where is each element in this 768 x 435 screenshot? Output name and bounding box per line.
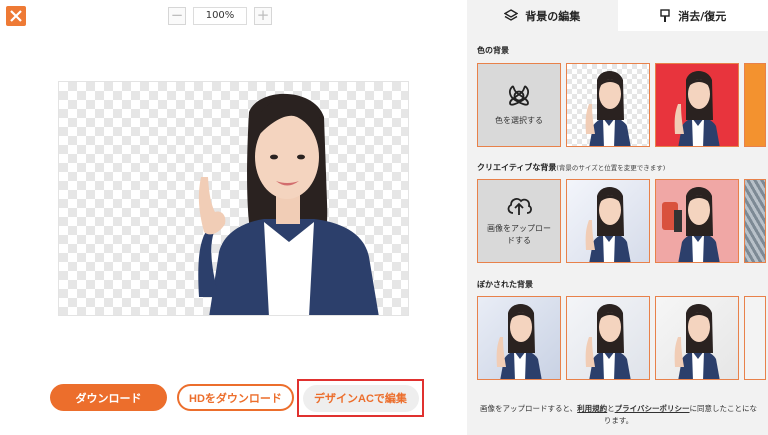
- blurred-background-row: [477, 296, 766, 380]
- person-thumbnail: [674, 71, 720, 146]
- person-thumbnail: [496, 304, 542, 379]
- highlight-frame: デザインACで編集: [297, 379, 424, 417]
- close-icon: [10, 10, 22, 22]
- select-color-label: 色を選択する: [495, 116, 543, 125]
- color-swatch-red[interactable]: [655, 63, 739, 147]
- hd-download-button[interactable]: HDをダウンロード: [177, 384, 294, 411]
- tab-erase-restore-label: 消去/復元: [678, 9, 727, 23]
- design-ac-edit-button[interactable]: デザインACで編集: [302, 384, 419, 412]
- download-button[interactable]: ダウンロード: [50, 384, 167, 411]
- side-panel: 背景の編集 消去/復元 色の背景 色を選択する クリエイティブな背景(背景のサイ…: [467, 0, 768, 435]
- creative-bg-texture[interactable]: [744, 179, 766, 263]
- person-cutout-image: [198, 93, 379, 315]
- action-bar: ダウンロード HDをダウンロード: [50, 384, 294, 411]
- creative-bg-pink-desk[interactable]: [655, 179, 739, 263]
- brush-icon: [660, 8, 670, 22]
- person-thumbnail: [585, 71, 631, 146]
- creative-title-text: クリエイティブな背景: [477, 163, 557, 172]
- zoom-level: 100%: [193, 7, 247, 25]
- person-thumbnail: [674, 304, 720, 379]
- tab-background-edit[interactable]: 背景の編集: [467, 0, 618, 31]
- upload-image-tile[interactable]: 画像をアップロードする: [477, 179, 561, 263]
- tab-erase-restore[interactable]: 消去/復元: [617, 0, 768, 31]
- color-background-title: 色の背景: [477, 46, 509, 55]
- panel-tabs: 背景の編集 消去/復元: [467, 0, 768, 31]
- palette-icon: [508, 85, 530, 106]
- color-swatch-transparent[interactable]: [566, 63, 650, 147]
- blurred-bg-2[interactable]: [566, 296, 650, 380]
- creative-background-title: クリエイティブな背景(背景のサイズと位置を変更できます): [477, 162, 665, 173]
- zoom-out-button[interactable]: −: [168, 7, 186, 25]
- creative-background-row: 画像をアップロードする: [477, 179, 766, 263]
- zoom-in-button[interactable]: +: [254, 7, 272, 25]
- blurred-bg-4[interactable]: [744, 296, 766, 380]
- creative-bg-white-room[interactable]: [566, 179, 650, 263]
- tab-background-edit-label: 背景の編集: [525, 9, 581, 23]
- person-thumbnail: [662, 187, 720, 262]
- blurred-background-title: ぼかされた背景: [477, 280, 533, 289]
- blurred-bg-3[interactable]: [655, 296, 739, 380]
- person-thumbnail: [585, 187, 631, 262]
- color-swatch-orange[interactable]: [744, 63, 766, 147]
- creative-subtitle: (背景のサイズと位置を変更できます): [556, 164, 666, 172]
- zoom-controls: − 100% +: [168, 7, 272, 25]
- terms-prefix: 画像をアップロードすると、: [479, 404, 578, 413]
- cloud-upload-icon: [507, 198, 532, 215]
- image-canvas[interactable]: [58, 81, 409, 316]
- terms-and: と: [607, 404, 615, 413]
- person-thumbnail: [585, 304, 631, 379]
- terms-notice: 画像をアップロードすると、利用規約とプライバシーポリシーに同意したことになります…: [477, 403, 760, 427]
- close-button[interactable]: [6, 6, 26, 26]
- blurred-bg-1[interactable]: [477, 296, 561, 380]
- color-background-row: 色を選択する: [477, 63, 766, 147]
- select-color-tile[interactable]: 色を選択する: [477, 63, 561, 147]
- privacy-policy-link[interactable]: プライバシーポリシー: [615, 404, 690, 413]
- upload-image-label: 画像をアップロードする: [487, 224, 551, 245]
- layers-icon: [504, 8, 519, 21]
- terms-link[interactable]: 利用規約: [577, 404, 607, 413]
